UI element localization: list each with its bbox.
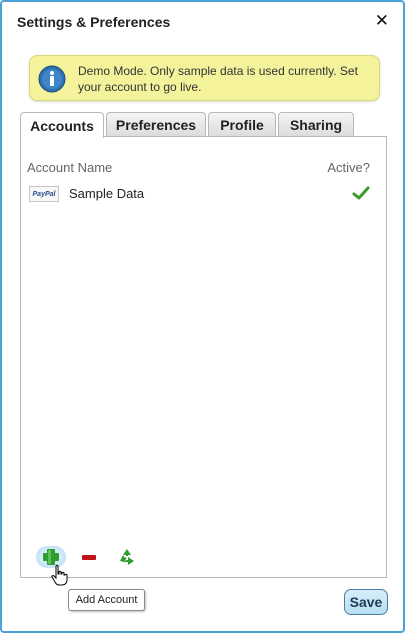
tab-profile[interactable]: Profile — [208, 112, 276, 136]
remove-account-button[interactable] — [80, 549, 98, 565]
hand-cursor-icon — [51, 564, 68, 586]
table-row[interactable]: PayPal Sample Data — [27, 184, 382, 204]
accounts-panel: Account Name Active? PayPal Sample Data — [20, 136, 387, 578]
minus-icon — [82, 555, 96, 560]
check-icon — [352, 186, 370, 200]
recycle-icon — [120, 549, 134, 565]
paypal-logo: PayPal — [29, 186, 59, 202]
demo-mode-notice: Demo Mode. Only sample data is used curr… — [29, 55, 380, 101]
settings-dialog: Settings & Preferences ✕ Demo Mode. Only… — [0, 0, 405, 633]
tab-accounts[interactable]: Accounts — [20, 112, 104, 138]
tab-preferences[interactable]: Preferences — [106, 112, 206, 136]
tab-sharing[interactable]: Sharing — [278, 112, 354, 136]
close-button[interactable]: ✕ — [375, 11, 389, 31]
add-account-tooltip: Add Account — [68, 589, 145, 611]
save-button[interactable]: Save — [344, 589, 388, 615]
account-name: Sample Data — [69, 186, 145, 201]
reset-button[interactable] — [116, 546, 138, 568]
column-header-active: Active? — [327, 160, 370, 175]
info-icon — [38, 65, 66, 93]
column-header-account-name: Account Name — [27, 160, 113, 175]
notice-text: Demo Mode. Only sample data is used curr… — [78, 64, 358, 94]
dialog-title: Settings & Preferences — [17, 14, 171, 30]
